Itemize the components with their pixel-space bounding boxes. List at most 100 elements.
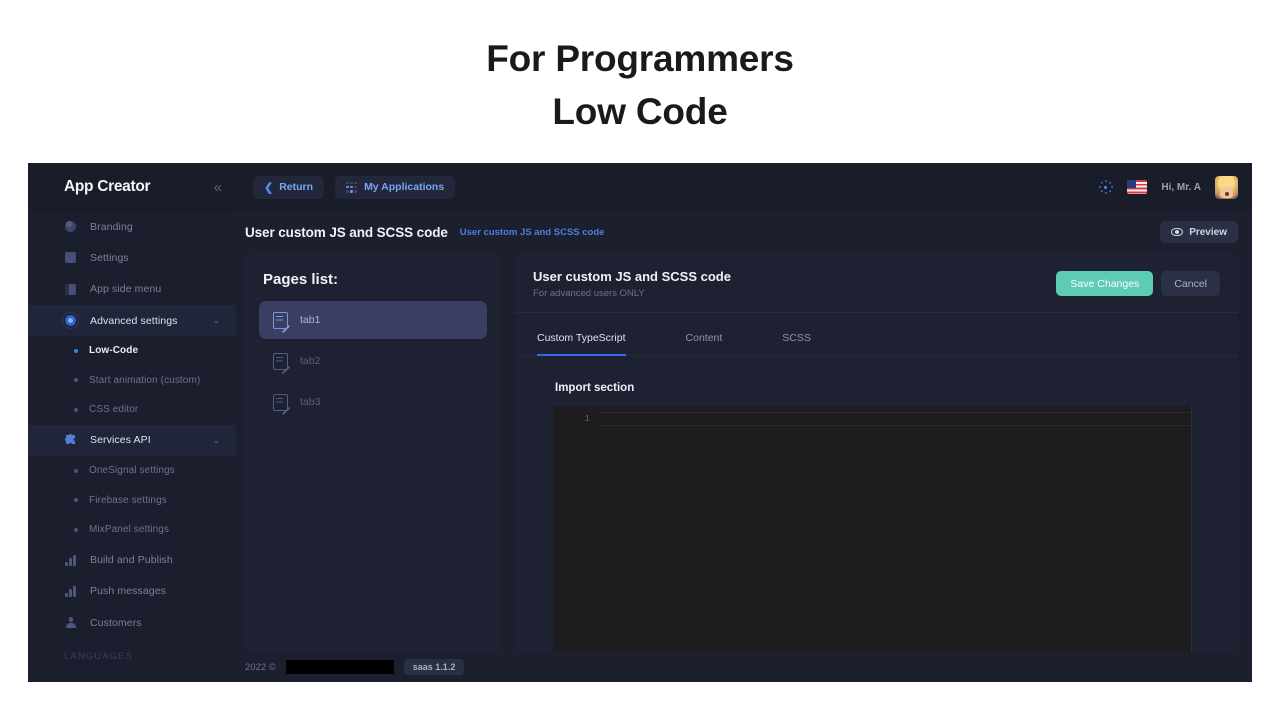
advanced-gear-icon [64, 314, 77, 327]
bar-chart-icon [64, 554, 77, 567]
branding-dot-icon [64, 220, 77, 233]
bullet-icon [74, 498, 78, 502]
us-flag-icon[interactable] [1127, 180, 1147, 194]
sidebar-section-languages: LANGUAGES [64, 651, 133, 662]
sidebar-item-build-and-publish[interactable]: Build and Publish [28, 544, 236, 575]
code-line[interactable] [599, 412, 1191, 426]
sidebar-item-firebase-settings[interactable]: Firebase settings [28, 485, 236, 515]
tab-content[interactable]: Content [686, 323, 723, 356]
pages-list-panel: Pages list: tab1 tab2 tab3 [245, 253, 501, 652]
bullet-icon [74, 408, 78, 412]
pages-list-title: Pages list: [263, 271, 487, 288]
list-item[interactable]: tab2 [259, 342, 487, 380]
code-gutter: 1 [553, 406, 599, 652]
sidebar-item-label: Advanced settings [90, 315, 178, 327]
page-edit-icon [273, 353, 288, 370]
line-number: 1 [553, 412, 590, 426]
sidebar-item-onesignal-settings[interactable]: OneSignal settings [28, 456, 236, 486]
puzzle-icon [64, 434, 77, 447]
return-button-label: Return [279, 181, 313, 193]
editor-header: User custom JS and SCSS code For advance… [515, 253, 1238, 313]
app-brand-name: App Creator [64, 178, 150, 196]
sidebar-item-label: Low-Code [89, 345, 138, 356]
breadcrumb: User custom JS and SCSS code [460, 227, 605, 238]
grid-dots-icon [346, 182, 357, 193]
list-item[interactable]: tab1 [259, 301, 487, 339]
code-editor[interactable]: 1 [553, 406, 1192, 652]
main-area: ❮ Return My Applications [237, 163, 1252, 682]
list-item-label: tab1 [300, 314, 320, 326]
cancel-button[interactable]: Cancel [1161, 271, 1220, 296]
sidebar-item-label: Services API [90, 434, 151, 446]
user-greeting: Hi, Mr. A [1161, 182, 1201, 193]
page-edit-icon [273, 394, 288, 411]
editor-tabs: Custom TypeScript Content SCSS [515, 323, 1238, 356]
sidebar-item-branding[interactable]: Branding [28, 211, 236, 242]
chevron-double-left-icon[interactable]: « [214, 180, 222, 195]
return-button[interactable]: ❮ Return [253, 176, 324, 199]
sidebar-item-label: MixPanel settings [89, 524, 169, 535]
editor-subtitle: For advanced users ONLY [533, 288, 731, 299]
list-item-label: tab2 [300, 355, 320, 367]
sidebar-item-label: Push messages [90, 585, 166, 597]
bar-chart-icon [64, 585, 77, 598]
copyright-text: 2022 © [245, 662, 276, 673]
preview-button[interactable]: Preview [1160, 221, 1238, 243]
bullet-icon [74, 528, 78, 532]
avatar[interactable] [1215, 176, 1238, 199]
sidebar-item-customers[interactable]: Customers [28, 607, 236, 638]
footer: 2022 © saas 1.1.2 [237, 652, 1252, 682]
sidebar-item-css-editor[interactable]: CSS editor [28, 395, 236, 425]
chevron-down-icon[interactable]: ⌄ [212, 435, 220, 446]
puzzle-icon-svg [64, 434, 77, 446]
sidebar-item-label: OneSignal settings [89, 465, 175, 476]
my-applications-label: My Applications [364, 181, 444, 193]
import-section-label: Import section [555, 382, 1238, 394]
sidebar-item-label: Branding [90, 221, 133, 233]
save-changes-button[interactable]: Save Changes [1056, 271, 1153, 296]
editor-panel: User custom JS and SCSS code For advance… [515, 253, 1238, 652]
editor-title-group: User custom JS and SCSS code For advance… [533, 269, 731, 299]
sidebar: App Creator « Branding Settings App side… [28, 163, 237, 682]
bullet-icon [74, 378, 78, 382]
chevron-left-icon: ❮ [264, 181, 273, 194]
bullet-icon [74, 349, 78, 353]
sidebar-item-app-side-menu[interactable]: App side menu [28, 274, 236, 305]
code-input-area[interactable] [599, 406, 1191, 652]
sidebar-item-mixpanel-settings[interactable]: MixPanel settings [28, 515, 236, 545]
bullet-icon [74, 469, 78, 473]
sidebar-item-advanced-settings[interactable]: Advanced settings ⌄ [28, 305, 236, 336]
top-bar: ❮ Return My Applications [237, 163, 1252, 211]
sidebar-item-label: Start animation (custom) [89, 375, 200, 386]
side-menu-icon [64, 283, 77, 296]
page-title: User custom JS and SCSS code [245, 225, 448, 240]
my-applications-button[interactable]: My Applications [335, 176, 455, 199]
settings-square-icon [64, 251, 77, 264]
sidebar-item-label: Settings [90, 252, 129, 264]
page-header: User custom JS and SCSS code User custom… [237, 211, 1252, 253]
content-row: Pages list: tab1 tab2 tab3 U [237, 253, 1252, 652]
heading-line-1: For Programmers [0, 32, 1280, 85]
sidebar-item-label: Firebase settings [89, 495, 167, 506]
preview-button-label: Preview [1189, 227, 1227, 238]
sidebar-item-low-code[interactable]: Low-Code [28, 336, 236, 366]
heading-line-2: Low Code [0, 85, 1280, 138]
editor-title: User custom JS and SCSS code [533, 269, 731, 284]
editor-actions: Save Changes Cancel [1056, 269, 1220, 296]
tab-custom-typescript[interactable]: Custom TypeScript [537, 323, 626, 356]
sidebar-brand-row: App Creator « [28, 163, 236, 211]
sidebar-item-services-api[interactable]: Services API ⌄ [28, 425, 236, 456]
sidebar-item-label: Build and Publish [90, 554, 173, 566]
sidebar-item-push-messages[interactable]: Push messages [28, 576, 236, 607]
eye-icon [1171, 228, 1183, 236]
tab-scss[interactable]: SCSS [782, 323, 811, 356]
sidebar-item-settings[interactable]: Settings [28, 242, 236, 273]
sidebar-item-label: App side menu [90, 283, 161, 295]
version-badge: saas 1.1.2 [404, 659, 465, 675]
slide-heading: For Programmers Low Code [0, 32, 1280, 138]
loading-spinner-icon[interactable] [1098, 180, 1113, 195]
sidebar-item-start-animation[interactable]: Start animation (custom) [28, 366, 236, 396]
list-item[interactable]: tab3 [259, 383, 487, 421]
chevron-down-icon[interactable]: ⌄ [212, 315, 220, 326]
page-edit-icon [273, 312, 288, 329]
